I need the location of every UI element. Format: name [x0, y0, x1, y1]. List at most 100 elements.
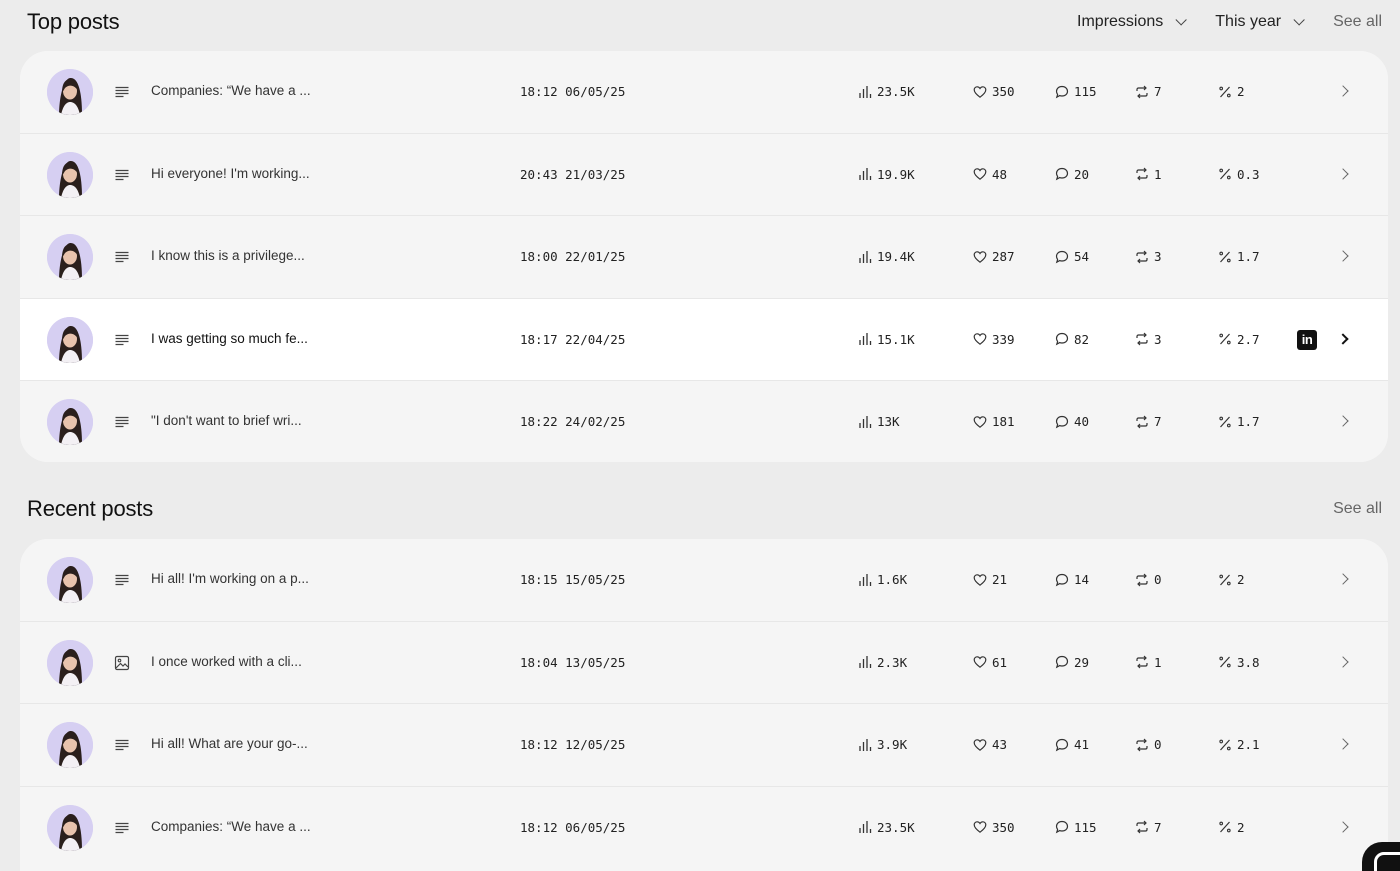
comments-value: 82 — [1074, 331, 1090, 347]
chevron-right-icon[interactable] — [1337, 167, 1349, 180]
likes-metric: 181 — [973, 414, 1015, 429]
top-posts-see-all-link[interactable]: See all — [1333, 13, 1382, 31]
heart-icon — [973, 250, 987, 263]
engagement-rate-value: 2.7 — [1237, 331, 1260, 347]
post-date: 18:22 24/02/25 — [520, 414, 626, 429]
reposts-metric: 1 — [1135, 655, 1162, 670]
engagement-rate-value: 1.7 — [1237, 249, 1260, 264]
likes-value: 43 — [992, 737, 1008, 752]
top-posts-list: Companies: “We have a ... 18:12 06/05/25… — [20, 51, 1388, 462]
post-type-icon — [114, 737, 130, 753]
likes-value: 339 — [992, 331, 1015, 347]
chevron-right-icon[interactable] — [1337, 820, 1349, 833]
post-row[interactable]: I once worked with a cli... 18:04 13/05/… — [20, 621, 1388, 704]
post-date: 18:12 12/05/25 — [520, 737, 626, 752]
post-date: 18:12 06/05/25 — [520, 84, 626, 99]
engagement-rate-metric: 2.1 — [1218, 737, 1260, 752]
post-row[interactable]: Companies: “We have a ... 18:12 06/05/25… — [20, 51, 1388, 134]
comments-value: 14 — [1074, 572, 1090, 587]
impressions-value: 15.1K — [877, 331, 915, 347]
comments-metric: 82 — [1055, 332, 1089, 347]
recent-posts-list: Hi all! I'm working on a p... 18:15 15/0… — [20, 539, 1388, 871]
text-lines-icon — [115, 251, 129, 263]
author-avatar — [47, 69, 93, 115]
reposts-value: 0 — [1154, 572, 1162, 587]
engagement-rate-metric: 0.3 — [1218, 167, 1260, 182]
post-row[interactable]: I know this is a privilege... 18:00 22/0… — [20, 216, 1388, 299]
likes-metric: 287 — [973, 249, 1015, 264]
chat-launcher-button[interactable] — [1362, 842, 1400, 871]
heart-icon — [973, 573, 987, 586]
heart-icon — [973, 656, 987, 668]
comments-metric: 29 — [1055, 655, 1089, 670]
chevron-right-icon[interactable] — [1337, 85, 1349, 97]
heart-icon — [973, 738, 987, 751]
post-type-icon — [114, 249, 130, 265]
repost-icon — [1136, 820, 1148, 834]
post-row[interactable]: Hi all! I'm working on a p... 18:15 15/0… — [20, 539, 1388, 622]
post-date: 18:12 06/05/25 — [520, 819, 626, 835]
chevron-right-icon[interactable] — [1337, 415, 1349, 427]
likes-value: 48 — [992, 166, 1008, 182]
percent-icon — [1219, 656, 1231, 668]
comment-icon — [1055, 655, 1069, 669]
metric-dropdown[interactable]: Impressions — [1077, 13, 1188, 31]
reposts-metric: 3 — [1135, 249, 1162, 264]
image-icon — [114, 655, 130, 670]
comments-metric: 115 — [1055, 820, 1097, 835]
chevron-right-icon[interactable] — [1337, 250, 1349, 262]
engagement-rate-metric: 1.7 — [1218, 249, 1260, 264]
heart-icon — [973, 333, 987, 345]
engagement-rate-value: 0.3 — [1237, 166, 1260, 182]
period-dropdown[interactable]: This year — [1215, 13, 1305, 31]
linkedin-icon[interactable]: in — [1297, 329, 1317, 350]
bar-chart-icon — [859, 415, 872, 428]
chevron-right-icon[interactable] — [1337, 655, 1349, 668]
chevron-right-icon[interactable] — [1337, 738, 1349, 750]
post-row[interactable]: Hi all! What are your go-... 18:12 12/05… — [20, 704, 1388, 787]
recent-posts-controls: See all — [1333, 500, 1382, 518]
impressions-metric: 3.9K — [858, 737, 907, 752]
comment-icon — [1055, 738, 1069, 751]
recent-posts-see-all-link[interactable]: See all — [1333, 500, 1382, 518]
author-avatar — [47, 804, 93, 851]
engagement-rate-value: 2 — [1237, 572, 1245, 587]
post-preview-text: Hi all! I'm working on a p... — [151, 571, 309, 586]
chevron-right-icon[interactable] — [1337, 332, 1349, 345]
comments-metric: 20 — [1055, 167, 1089, 182]
heart-icon — [973, 821, 987, 833]
impressions-value: 19.4K — [877, 249, 915, 264]
impressions-value: 23.5K — [877, 84, 915, 99]
likes-value: 350 — [992, 84, 1015, 99]
post-row[interactable]: Companies: “We have a ... 18:12 06/05/25… — [20, 786, 1388, 869]
comments-value: 20 — [1074, 166, 1090, 182]
top-posts-controls: Impressions This year See all — [1077, 13, 1382, 31]
post-row[interactable]: I was getting so much fe... 18:17 22/04/… — [20, 298, 1388, 381]
author-avatar — [47, 234, 93, 280]
comments-metric: 41 — [1055, 737, 1089, 752]
post-row[interactable]: Hi everyone! I'm working... 20:43 21/03/… — [20, 133, 1388, 216]
likes-metric: 339 — [973, 332, 1015, 347]
likes-metric: 48 — [973, 167, 1007, 182]
bar-chart-icon — [859, 333, 872, 345]
post-date: 18:04 13/05/25 — [520, 654, 626, 670]
percent-icon — [1219, 416, 1231, 427]
chevron-right-icon[interactable] — [1337, 573, 1349, 585]
engagement-rate-metric: 2.7 — [1218, 332, 1260, 347]
post-type-icon — [114, 414, 130, 430]
comment-icon — [1055, 332, 1069, 346]
engagement-rate-metric: 3.8 — [1218, 655, 1260, 670]
comments-value: 115 — [1074, 84, 1097, 99]
comments-metric: 40 — [1055, 414, 1089, 429]
reposts-value: 0 — [1154, 737, 1162, 752]
impressions-metric: 23.5K — [858, 84, 915, 99]
post-type-icon — [114, 332, 130, 348]
likes-metric: 43 — [973, 737, 1007, 752]
recent-posts-header: Recent posts See all — [0, 487, 1400, 531]
likes-metric: 61 — [973, 655, 1007, 670]
likes-metric: 350 — [973, 84, 1015, 99]
post-row[interactable]: "I don't want to brief wri... 18:22 24/0… — [20, 381, 1388, 462]
percent-icon — [1219, 86, 1231, 97]
comment-icon — [1055, 85, 1069, 98]
percent-icon — [1219, 251, 1231, 262]
